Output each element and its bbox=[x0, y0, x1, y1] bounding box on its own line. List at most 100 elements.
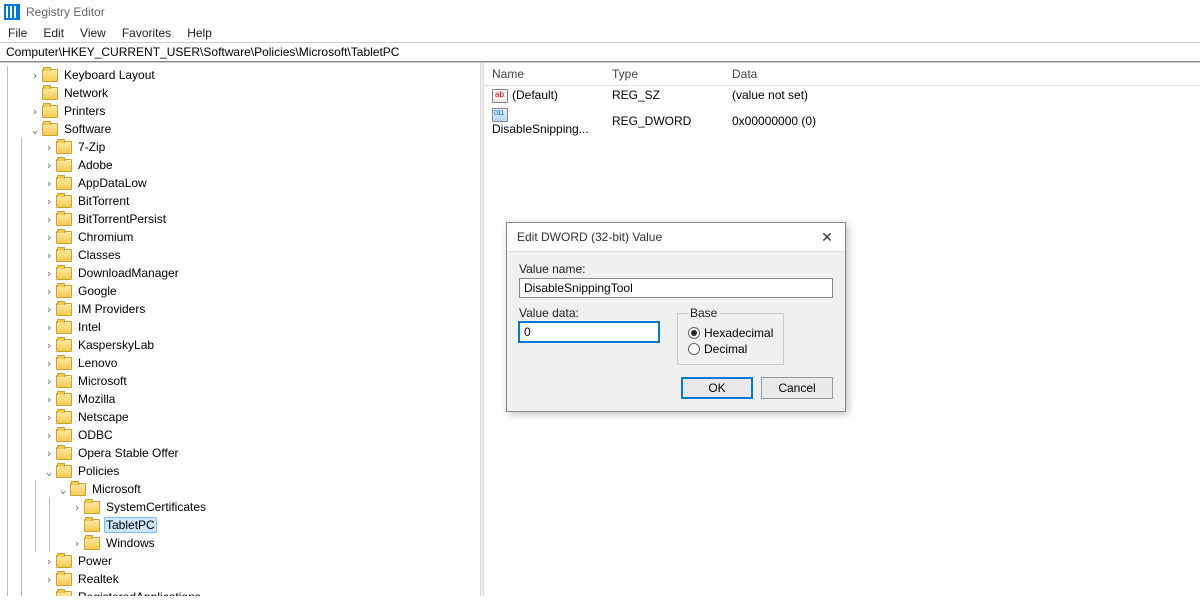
tree-node[interactable]: ›Microsoft bbox=[0, 372, 480, 390]
tree-node[interactable]: › Lenovo bbox=[0, 354, 480, 372]
list-row[interactable]: (Default)REG_SZ(value not set) bbox=[484, 86, 1200, 105]
tree-label: Network bbox=[62, 86, 110, 100]
list-row[interactable]: DisableSnipping...REG_DWORD0x00000000 (0… bbox=[484, 105, 1200, 138]
tree-node[interactable]: ›ODBC bbox=[0, 426, 480, 444]
edit-dword-dialog: Edit DWORD (32-bit) Value ✕ Value name: … bbox=[506, 222, 846, 412]
chevron-right-icon[interactable]: › bbox=[42, 375, 56, 388]
tree-node[interactable]: ⌄Microsoft bbox=[0, 480, 480, 498]
tree-label: Classes bbox=[76, 248, 123, 262]
chevron-right-icon[interactable]: › bbox=[42, 177, 56, 190]
col-header-type[interactable]: Type bbox=[604, 63, 724, 85]
tree-node[interactable]: ›AppDataLow bbox=[0, 174, 480, 192]
chevron-right-icon[interactable]: › bbox=[42, 429, 56, 442]
value-data: (value not set) bbox=[724, 87, 1200, 103]
tree-node[interactable]: ›Intel bbox=[0, 318, 480, 336]
chevron-right-icon[interactable]: › bbox=[28, 69, 42, 82]
tree-node[interactable]: ›Keyboard Layout bbox=[0, 66, 480, 84]
col-header-name[interactable]: Name bbox=[484, 63, 604, 85]
folder-icon bbox=[56, 429, 72, 442]
tree-label: Adobe bbox=[76, 158, 115, 172]
cancel-button[interactable]: Cancel bbox=[761, 377, 833, 399]
chevron-right-icon[interactable]: › bbox=[42, 285, 56, 298]
tree-node[interactable]: ›Opera Stable Offer bbox=[0, 444, 480, 462]
chevron-right-icon[interactable]: › bbox=[42, 231, 56, 244]
dialog-titlebar[interactable]: Edit DWORD (32-bit) Value ✕ bbox=[507, 223, 845, 252]
tree-node[interactable]: ›BitTorrent bbox=[0, 192, 480, 210]
chevron-down-icon[interactable]: ⌄ bbox=[56, 483, 70, 496]
chevron-right-icon[interactable]: › bbox=[42, 393, 56, 406]
value-type: REG_DWORD bbox=[604, 113, 724, 129]
chevron-right-icon[interactable]: › bbox=[42, 411, 56, 424]
tree-node[interactable]: ›Netscape bbox=[0, 408, 480, 426]
tree-node[interactable]: Network bbox=[0, 84, 480, 102]
tree-node[interactable]: ⌄Policies bbox=[0, 462, 480, 480]
app-icon bbox=[4, 4, 20, 20]
address-input[interactable] bbox=[6, 45, 1194, 59]
menu-view[interactable]: View bbox=[80, 26, 106, 40]
chevron-right-icon[interactable]: › bbox=[42, 339, 56, 352]
tree-node[interactable]: ›KasperskyLab bbox=[0, 336, 480, 354]
tree-node[interactable]: ›Power bbox=[0, 552, 480, 570]
chevron-right-icon[interactable]: › bbox=[42, 303, 56, 316]
menu-favorites[interactable]: Favorites bbox=[122, 26, 171, 40]
chevron-right-icon[interactable]: › bbox=[42, 141, 56, 154]
window-title: Registry Editor bbox=[26, 5, 105, 19]
close-icon[interactable]: ✕ bbox=[819, 229, 835, 245]
tree-node[interactable]: ⌄Software bbox=[0, 120, 480, 138]
tree-label: Lenovo bbox=[76, 356, 119, 370]
menu-file[interactable]: File bbox=[8, 26, 27, 40]
tree-node[interactable]: › Classes bbox=[0, 246, 480, 264]
chevron-right-icon[interactable]: › bbox=[42, 591, 56, 597]
tree-node[interactable]: › SystemCertificates bbox=[0, 498, 480, 516]
tree-node[interactable]: ›Windows bbox=[0, 534, 480, 552]
chevron-right-icon[interactable]: › bbox=[42, 249, 56, 262]
tree-pane[interactable]: ›Keyboard Layout Network › Printers ⌄Softwar… bbox=[0, 63, 480, 596]
value-name-input[interactable] bbox=[519, 278, 833, 298]
radio-dec[interactable]: Decimal bbox=[688, 342, 773, 356]
chevron-right-icon[interactable]: › bbox=[42, 357, 56, 370]
folder-icon bbox=[56, 375, 72, 388]
tree-label: RegisteredApplications bbox=[76, 590, 203, 596]
tree-node[interactable]: TabletPC bbox=[0, 516, 480, 534]
dialog-title: Edit DWORD (32-bit) Value bbox=[517, 230, 662, 244]
chevron-right-icon[interactable]: › bbox=[42, 159, 56, 172]
tree-node[interactable]: ›Google bbox=[0, 282, 480, 300]
chevron-right-icon[interactable]: › bbox=[42, 447, 56, 460]
menu-edit[interactable]: Edit bbox=[43, 26, 64, 40]
radio-hex[interactable]: Hexadecimal bbox=[688, 326, 773, 340]
chevron-down-icon[interactable]: ⌄ bbox=[42, 465, 56, 478]
tree-node[interactable]: ›Chromium bbox=[0, 228, 480, 246]
chevron-right-icon[interactable]: › bbox=[42, 321, 56, 334]
chevron-right-icon[interactable]: › bbox=[42, 195, 56, 208]
tree-node[interactable]: ›BitTorrentPersist bbox=[0, 210, 480, 228]
chevron-right-icon[interactable]: › bbox=[70, 537, 84, 550]
tree-node[interactable]: ›7-Zip bbox=[0, 138, 480, 156]
chevron-right-icon[interactable]: › bbox=[42, 267, 56, 280]
tree-node[interactable]: › RegisteredApplications bbox=[0, 588, 480, 596]
ok-button[interactable]: OK bbox=[681, 377, 753, 399]
value-data-input[interactable] bbox=[519, 322, 659, 342]
folder-icon bbox=[56, 249, 72, 262]
folder-icon bbox=[56, 591, 72, 597]
folder-icon bbox=[56, 303, 72, 316]
chevron-right-icon[interactable]: › bbox=[70, 501, 84, 514]
tree-node[interactable]: › DownloadManager bbox=[0, 264, 480, 282]
menu-help[interactable]: Help bbox=[187, 26, 212, 40]
chevron-right-icon[interactable]: › bbox=[42, 213, 56, 226]
value-data: 0x00000000 (0) bbox=[724, 113, 1200, 129]
chevron-down-icon[interactable]: ⌄ bbox=[28, 123, 42, 136]
tree-node[interactable]: ›Realtek bbox=[0, 570, 480, 588]
folder-icon bbox=[84, 519, 100, 532]
chevron-right-icon[interactable]: › bbox=[42, 573, 56, 586]
tree-node[interactable]: ›Mozilla bbox=[0, 390, 480, 408]
tree-node[interactable]: › Adobe bbox=[0, 156, 480, 174]
tree-node[interactable]: › Printers bbox=[0, 102, 480, 120]
chevron-right-icon[interactable]: › bbox=[42, 555, 56, 568]
tree-label: Printers bbox=[62, 104, 107, 118]
folder-icon bbox=[42, 105, 58, 118]
chevron-right-icon[interactable]: › bbox=[28, 105, 42, 118]
tree-node[interactable]: ›IM Providers bbox=[0, 300, 480, 318]
tree-label: SystemCertificates bbox=[104, 500, 208, 514]
col-header-data[interactable]: Data bbox=[724, 63, 1200, 85]
tree-label: DownloadManager bbox=[76, 266, 181, 280]
